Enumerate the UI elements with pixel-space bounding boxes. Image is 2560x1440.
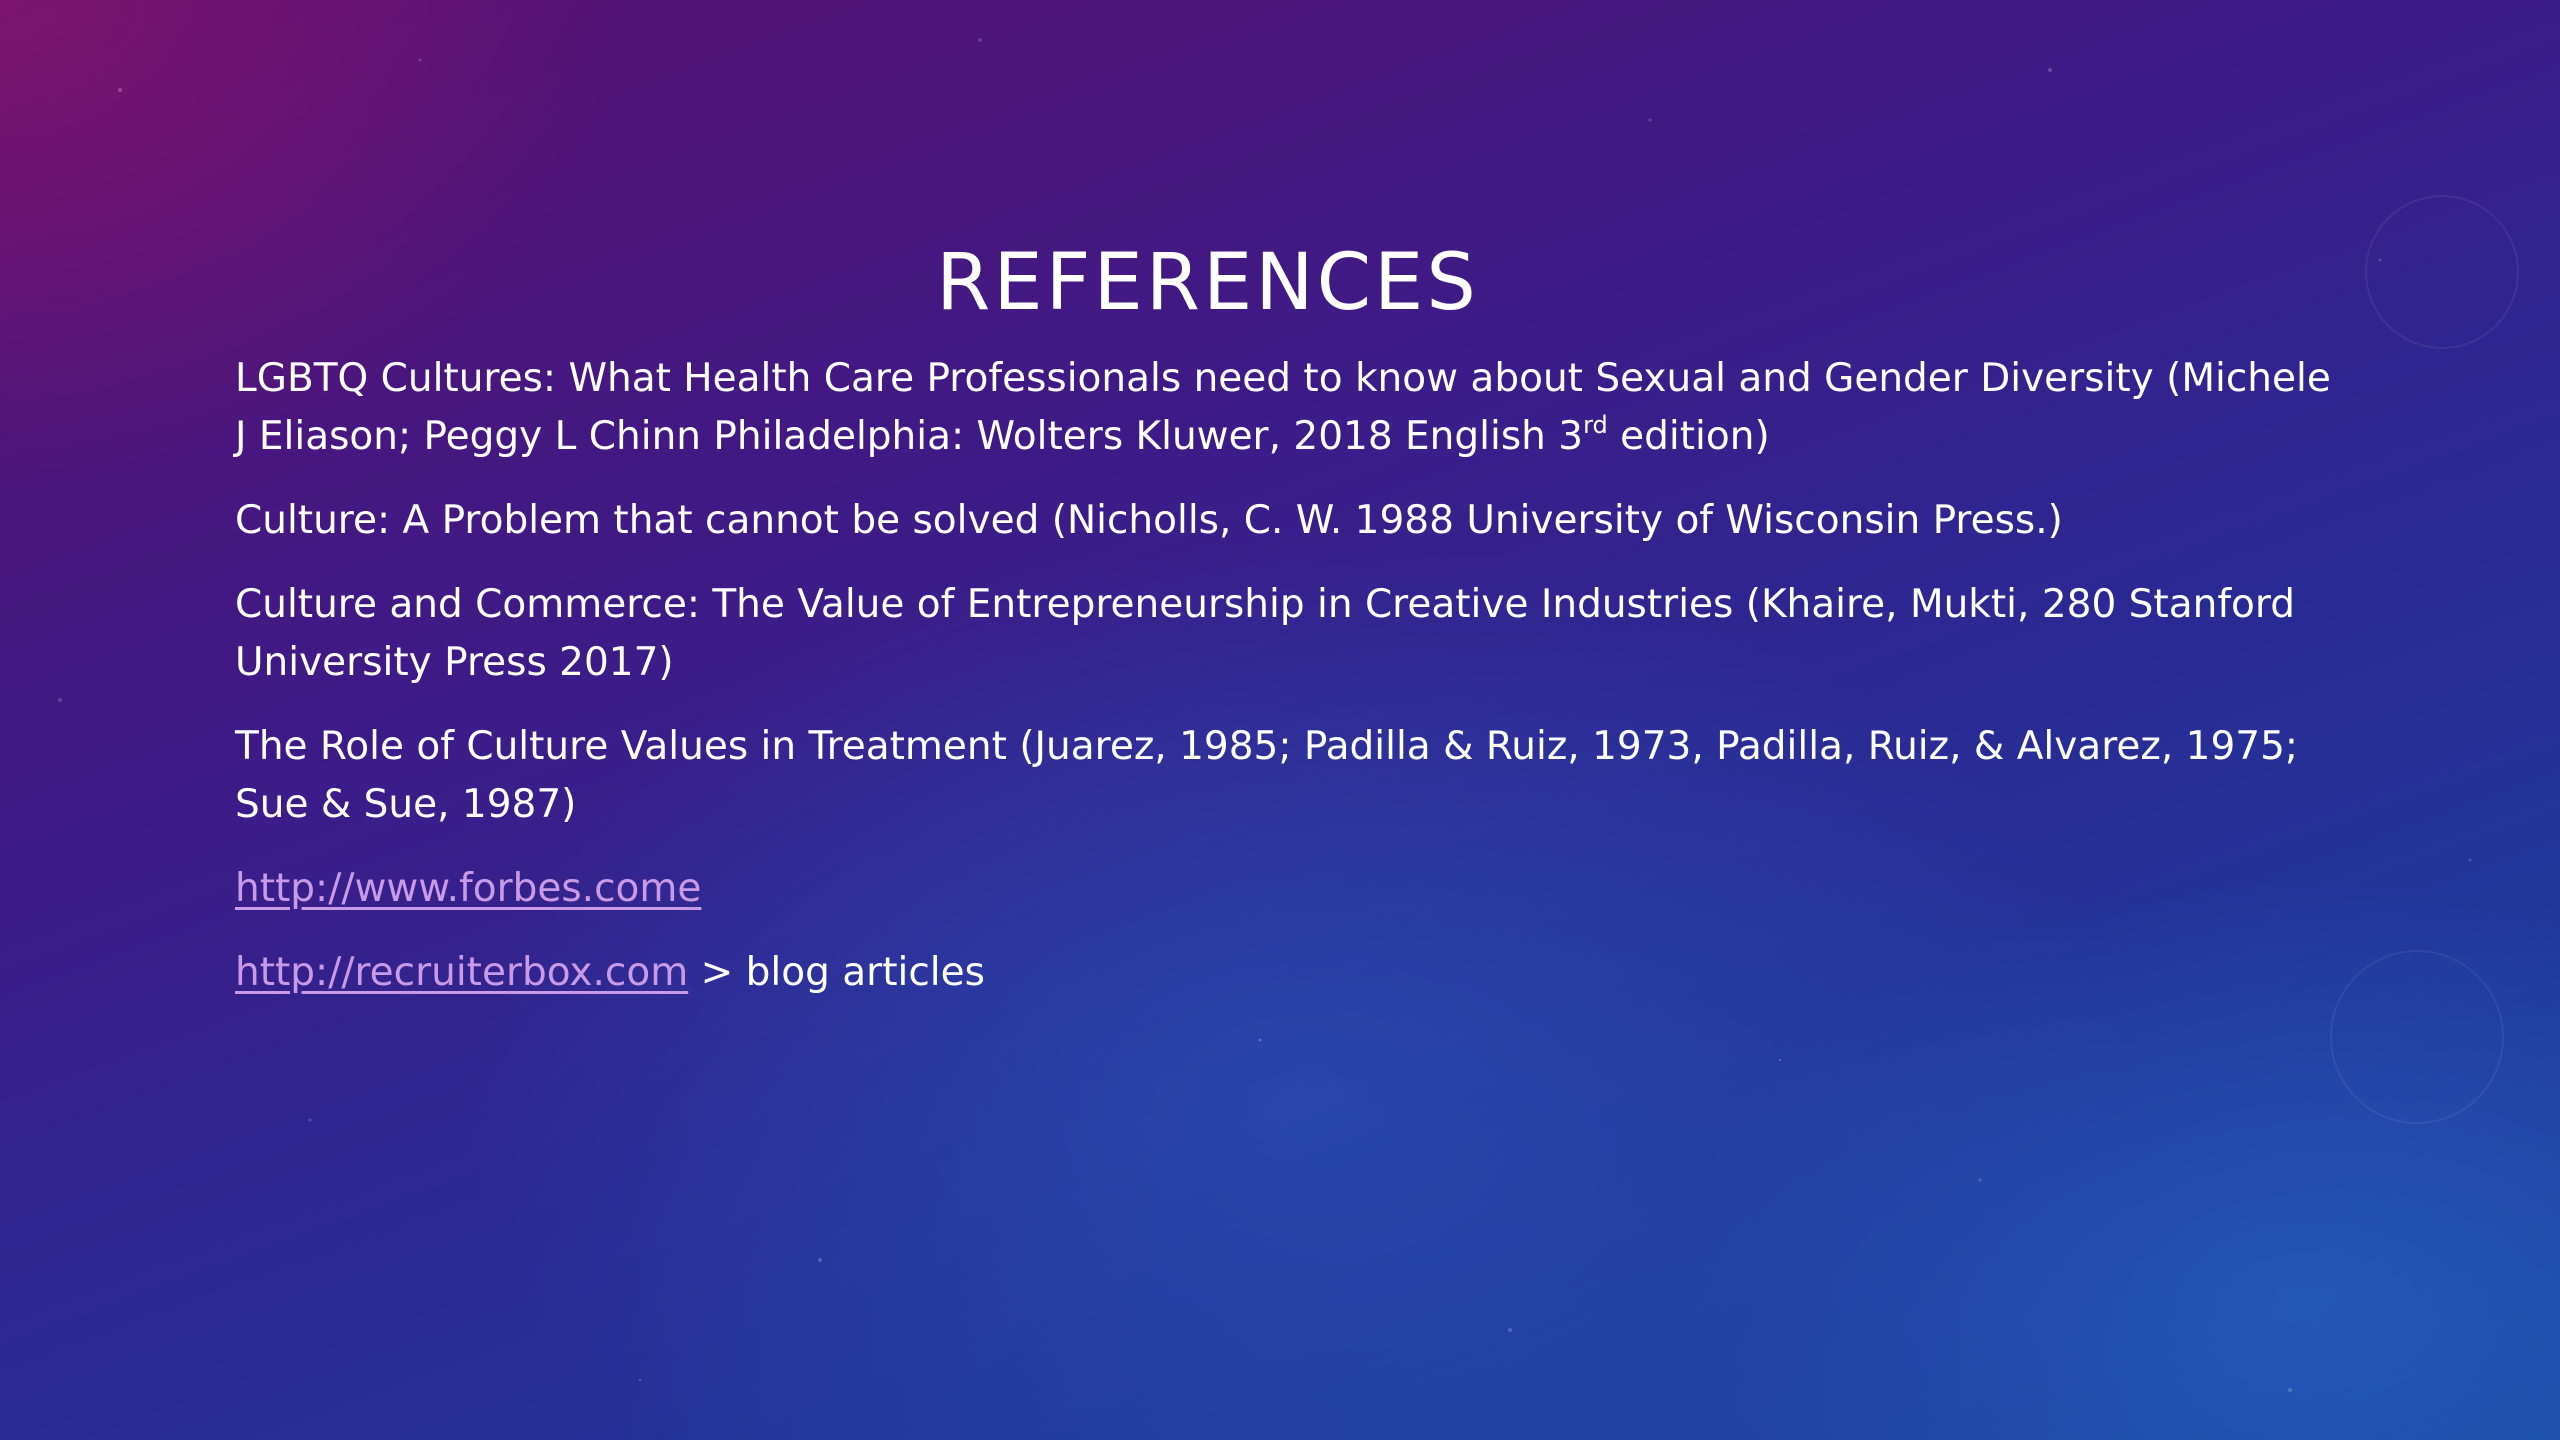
reference-link-item: http://recruiterbox.com > blog articles [235, 944, 2335, 1002]
forbes-link[interactable]: http://www.forbes.come [235, 866, 701, 911]
recruiterbox-link[interactable]: http://recruiterbox.com [235, 950, 688, 995]
reference-text-end: edition) [1607, 414, 1770, 459]
reference-item: Culture: A Problem that cannot be solved… [235, 498, 2063, 543]
reference-item: The Role of Culture Values in Treatment … [235, 724, 2299, 827]
reference-text: LGBTQ Cultures: What Health Care Profess… [235, 356, 2331, 459]
ordinal-superscript: rd [1583, 411, 1608, 439]
reference-item: LGBTQ Cultures: What Health Care Profess… [235, 350, 2335, 466]
reference-item: Culture and Commerce: The Value of Entre… [235, 582, 2296, 685]
reference-link-item: http://www.forbes.come [235, 860, 2335, 918]
link-suffix: > blog articles [688, 950, 985, 995]
decorative-ring [2330, 950, 2504, 1124]
slide-title: REFERENCES [936, 238, 1479, 328]
references-list: LGBTQ Cultures: What Health Care Profess… [235, 350, 2335, 1028]
